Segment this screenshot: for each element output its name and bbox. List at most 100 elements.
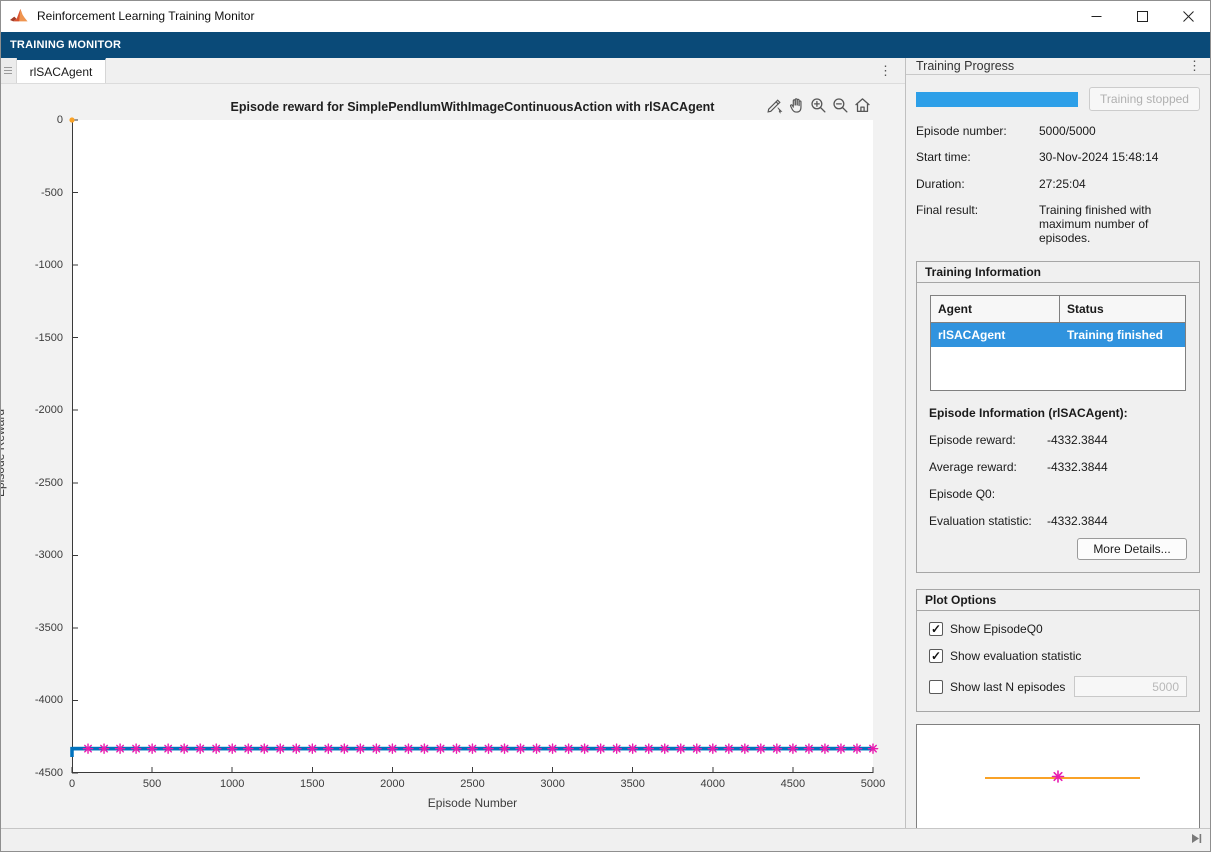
y-tick-label: -3500 <box>34 621 63 634</box>
titlebar: Reinforcement Learning Training Monitor <box>0 0 1211 32</box>
evaluation-statistic-value: -4332.3844 <box>1047 514 1108 528</box>
show-episodeq0-label: Show EpisodeQ0 <box>950 622 1043 636</box>
y-axis-label: Episode Reward <box>0 408 7 498</box>
duration-value: 27:25:04 <box>1039 176 1086 191</box>
training-stopped-button[interactable]: Training stopped <box>1089 87 1200 111</box>
x-tick-label: 1000 <box>219 778 245 790</box>
training-information-section: Training Information Agent Status rlSACA… <box>916 261 1200 573</box>
y-tick-label: -2500 <box>34 476 63 489</box>
agent-table-row[interactable]: rlSACAgent Training finished <box>931 323 1185 347</box>
show-last-n-episodes-row: Show last N episodes <box>929 676 1187 697</box>
edit-plot-icon[interactable] <box>765 96 784 115</box>
final-result-row: Final result: Training finished with max… <box>916 203 1200 245</box>
average-reward-value: -4332.3844 <box>1047 460 1108 474</box>
plot-options-header: Plot Options <box>916 589 1200 611</box>
episode-q0-row: Episode Q0: <box>929 487 1187 501</box>
status-column-header: Status <box>1067 302 1104 316</box>
training-information-body: Agent Status rlSACAgent Training finishe… <box>916 283 1200 573</box>
more-details-button[interactable]: More Details... <box>1077 538 1187 560</box>
duration-row: Duration: 27:25:04 <box>916 177 1200 191</box>
plot-title: Episode reward for SimplePendlumWithImag… <box>230 100 715 114</box>
y-tick-label: -4000 <box>34 694 63 707</box>
expand-right-icon[interactable] <box>1190 833 1203 847</box>
x-tick-label: 2500 <box>460 778 485 790</box>
home-icon[interactable] <box>853 96 872 115</box>
show-evaluation-statistic-row: ✓ Show evaluation statistic <box>929 649 1187 663</box>
agent-cell: rlSACAgent <box>938 328 1006 342</box>
episode-reward-row: Episode reward: -4332.3844 <box>929 433 1187 447</box>
final-result-value: Training finished with maximum number of… <box>1039 203 1152 245</box>
agent-table-header: Agent Status <box>931 296 1185 323</box>
start-time-value: 30-Nov-2024 15:48:14 <box>1039 150 1159 164</box>
tab-overflow-menu-icon[interactable]: ⋮ <box>879 58 892 84</box>
side-panel: Training Progress ⋮ Training stopped Epi… <box>906 58 1211 831</box>
y-tick-label: -2000 <box>34 404 63 417</box>
episode-number-row: Episode number: 5000/5000 <box>916 124 1200 138</box>
episode-reward-label: Episode reward: <box>929 433 1016 447</box>
y-tick-label: -4500 <box>34 767 63 779</box>
episode-number-value: 5000/5000 <box>1039 123 1096 138</box>
side-panel-menu-icon[interactable]: ⋮ <box>1188 58 1201 74</box>
plot-options-section: Plot Options ✓ Show EpisodeQ0 ✓ Show eva… <box>916 589 1200 712</box>
duration-label: Duration: <box>916 176 965 191</box>
side-panel-header: Training Progress ⋮ <box>906 58 1211 75</box>
axes-toolbar <box>765 96 872 115</box>
x-tick-label: 4500 <box>780 778 806 790</box>
show-evaluation-statistic-checkbox[interactable]: ✓ <box>929 649 943 663</box>
side-panel-content: Training stopped Episode number: 5000/50… <box>906 75 1211 831</box>
close-button[interactable] <box>1165 1 1211 32</box>
start-time-label: Start time: <box>916 150 971 164</box>
preview-evaluation-marker-icon <box>1051 769 1065 786</box>
x-tick-label: 5000 <box>860 778 886 790</box>
side-panel-title: Training Progress <box>916 59 1015 73</box>
workspace: rlSACAgent ⋮ Episode reward for SimplePe… <box>0 58 1211 831</box>
y-tick-label: -1000 <box>34 259 63 272</box>
zoom-in-icon[interactable] <box>809 96 828 115</box>
y-tick-label: 0 <box>56 114 63 126</box>
x-tick-label: 1500 <box>300 778 325 790</box>
evaluation-statistic-row: Evaluation statistic: -4332.3844 <box>929 514 1187 528</box>
pan-icon[interactable] <box>787 96 806 115</box>
toolstrip-label: TRAINING MONITOR <box>10 39 122 51</box>
episode-q0-label: Episode Q0: <box>929 487 996 501</box>
maximize-button[interactable] <box>1119 1 1165 32</box>
y-tick-label: -1500 <box>34 331 63 344</box>
minimize-button[interactable] <box>1073 1 1119 32</box>
plot-canvas <box>69 117 879 774</box>
tab-rlsacagent[interactable]: rlSACAgent <box>17 58 106 83</box>
window-title: Reinforcement Learning Training Monitor <box>37 9 255 23</box>
preview-plot <box>916 724 1200 831</box>
x-tick-label: 3000 <box>540 778 565 790</box>
show-last-n-episodes-checkbox[interactable] <box>929 679 943 694</box>
figure-panel: rlSACAgent ⋮ Episode reward for SimplePe… <box>0 58 906 828</box>
tab-strip: rlSACAgent ⋮ <box>0 58 905 84</box>
x-tick-label: 4000 <box>700 778 726 790</box>
tab-drag-handle-icon[interactable] <box>0 58 17 83</box>
last-n-episodes-input[interactable] <box>1074 676 1187 697</box>
plot-area[interactable]: 0 500 1000 1500 2000 2500 3000 3500 4000 4500 5000… <box>35 114 885 790</box>
agent-table: Agent Status rlSACAgent Training finishe… <box>930 295 1186 391</box>
training-progress-bar <box>916 91 1078 107</box>
plot-options-body: ✓ Show EpisodeQ0 ✓ Show evaluation stati… <box>916 611 1200 712</box>
show-episodeq0-checkbox[interactable]: ✓ <box>929 622 943 636</box>
show-evaluation-statistic-label: Show evaluation statistic <box>950 649 1082 663</box>
x-axis-label: Episode Number <box>427 796 518 810</box>
episode-number-label: Episode number: <box>916 123 1007 138</box>
x-tick-label: 0 <box>68 778 76 790</box>
statusbar <box>1 828 1210 851</box>
show-episodeq0-row: ✓ Show EpisodeQ0 <box>929 622 1187 636</box>
final-result-label: Final result: <box>916 203 979 217</box>
show-last-n-episodes-label: Show last N episodes <box>950 679 1066 694</box>
x-tick-label: 3500 <box>620 778 645 790</box>
start-time-row: Start time: 30-Nov-2024 15:48:14 <box>916 150 1200 164</box>
y-tick-label: -500 <box>40 186 63 199</box>
episode-reward-value: -4332.3844 <box>1047 433 1108 447</box>
y-tick-label: -3000 <box>34 549 63 562</box>
training-information-header: Training Information <box>916 261 1200 283</box>
zoom-out-icon[interactable] <box>831 96 850 115</box>
average-reward-row: Average reward: -4332.3844 <box>929 460 1187 474</box>
status-cell: Training finished <box>1067 328 1164 342</box>
agent-column-header: Agent <box>931 296 1060 322</box>
tab-label: rlSACAgent <box>29 64 93 79</box>
x-tick-label: 2000 <box>380 778 405 790</box>
